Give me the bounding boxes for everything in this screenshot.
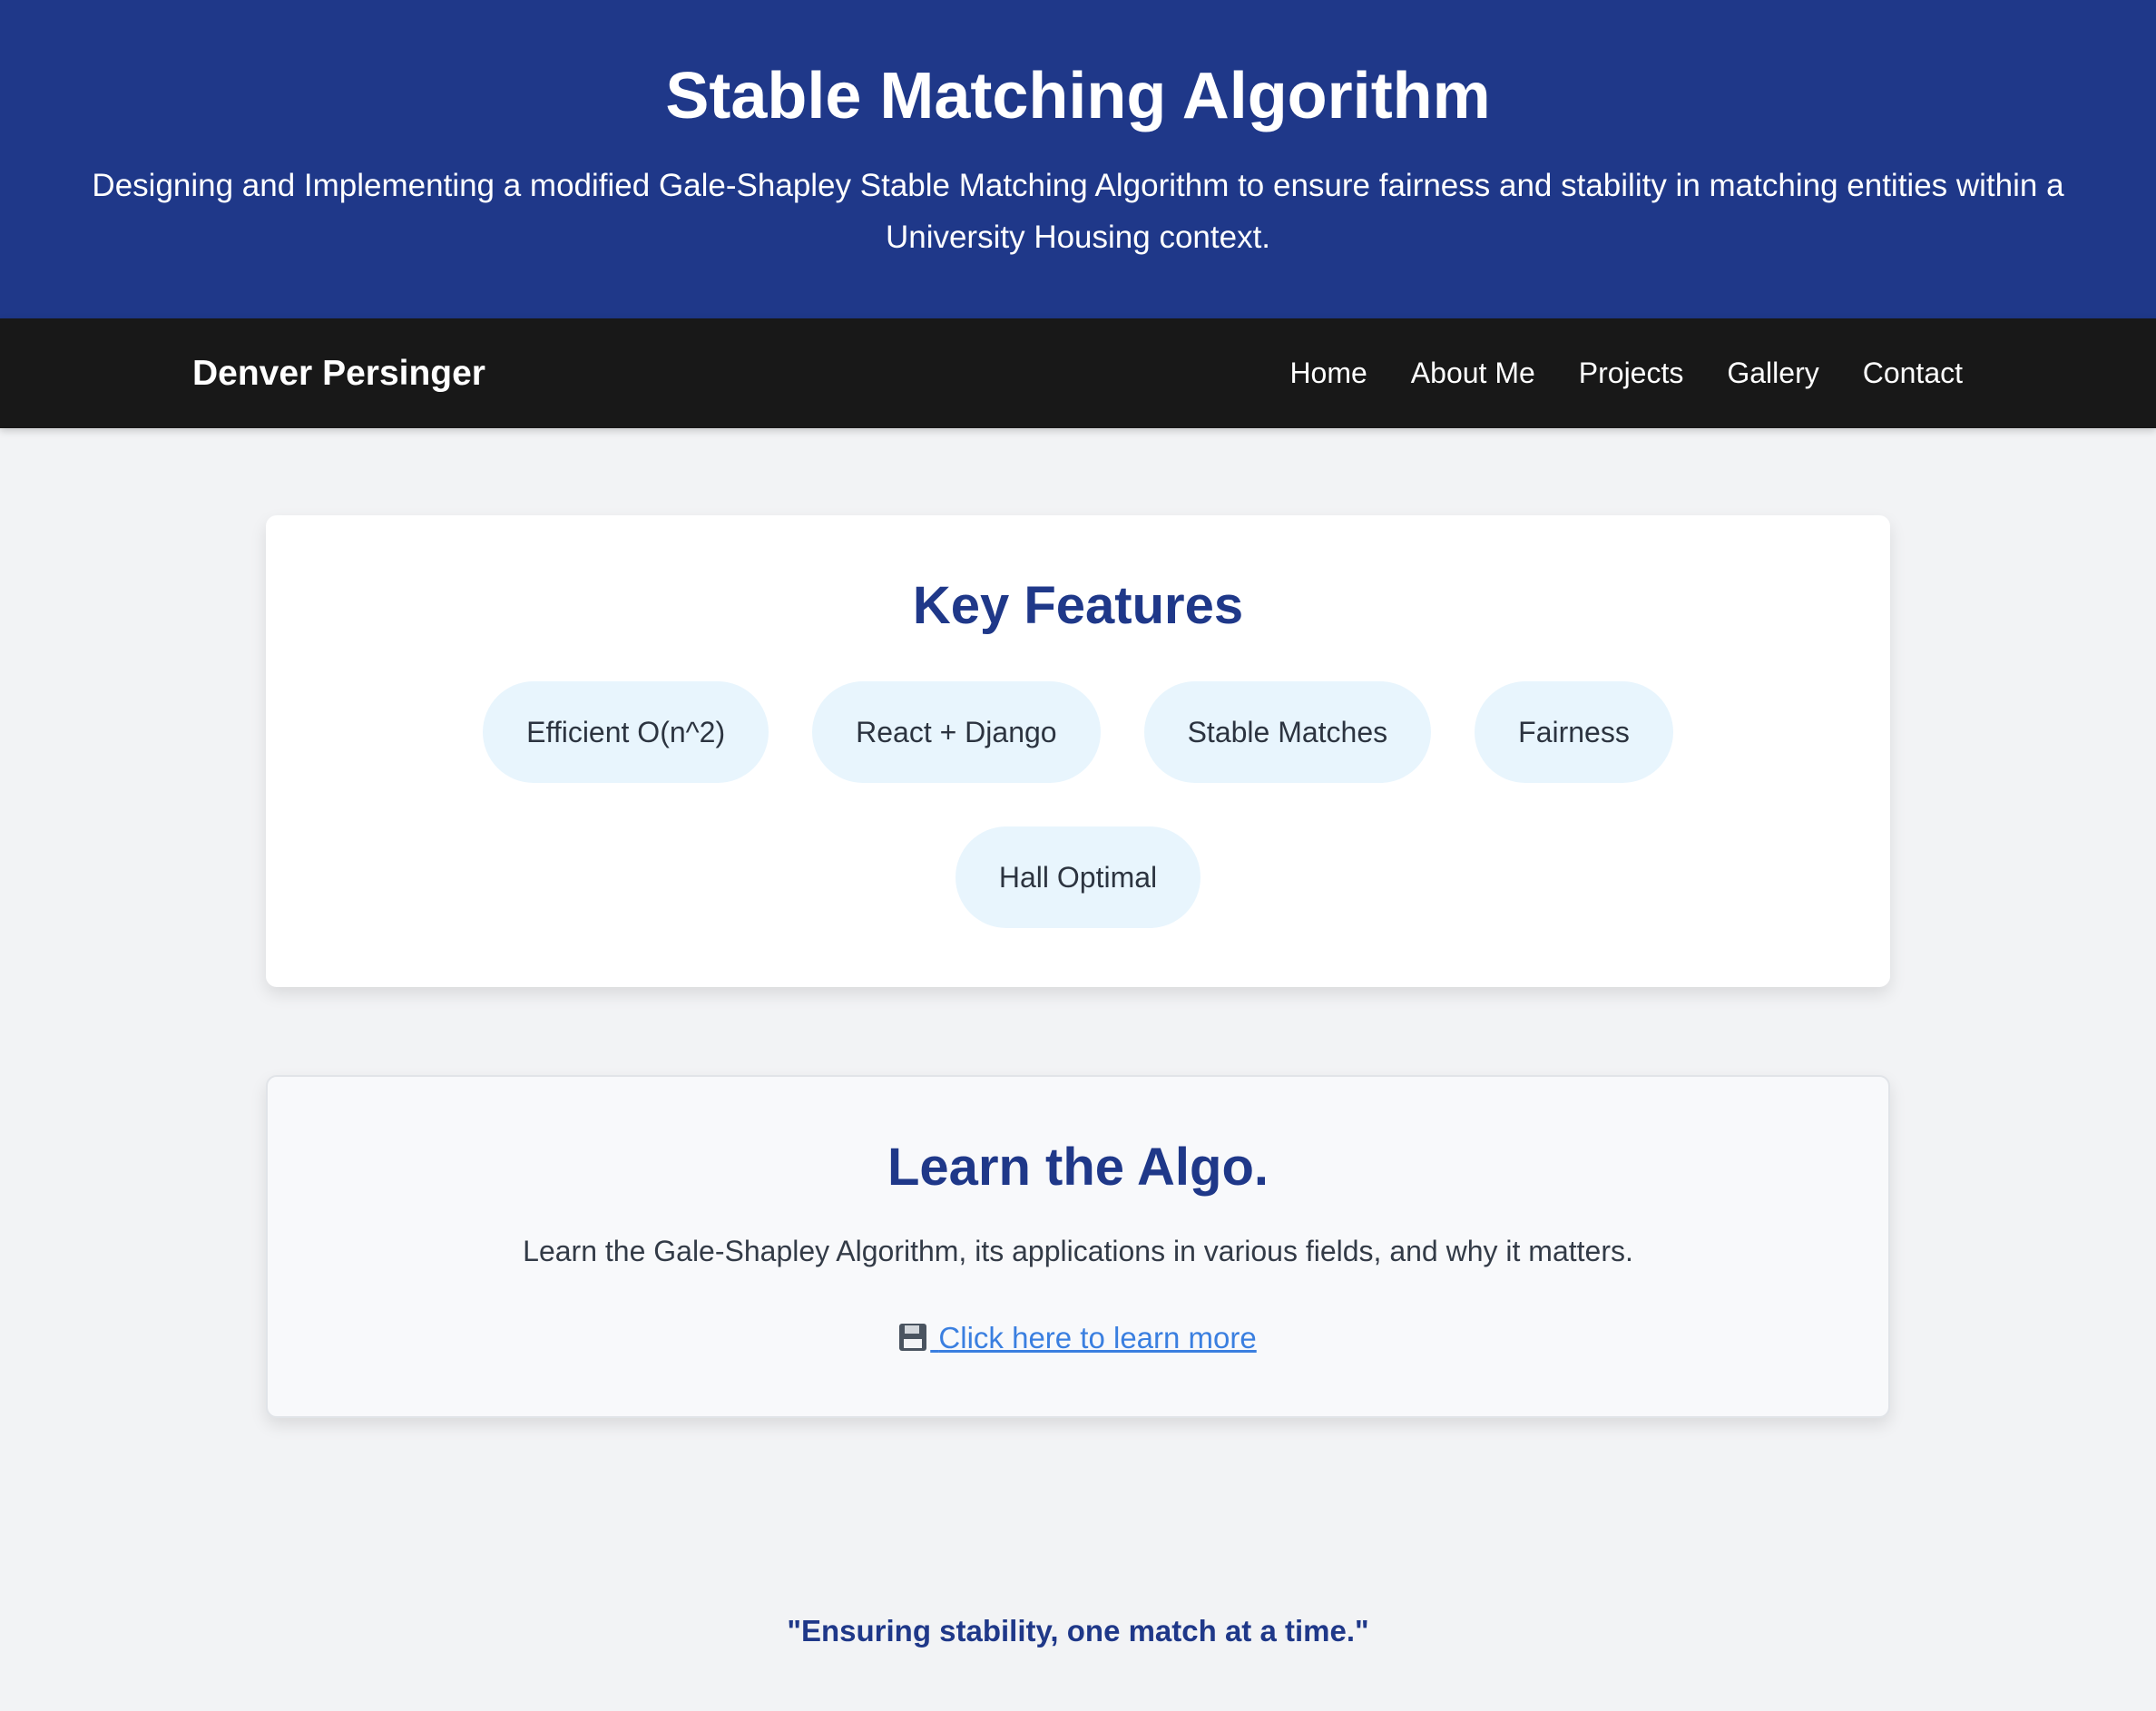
hero-banner: Stable Matching Algorithm Designing and …: [0, 0, 2156, 318]
learn-more-link-label: Click here to learn more: [938, 1321, 1257, 1354]
nav-link-home[interactable]: Home: [1289, 357, 1367, 390]
site-brand[interactable]: Denver Persinger: [192, 318, 485, 428]
nav-link-contact[interactable]: Contact: [1863, 357, 1963, 390]
nav-link-gallery[interactable]: Gallery: [1727, 357, 1818, 390]
learn-algo-card: Learn the Algo. Learn the Gale-Shapley A…: [266, 1075, 1890, 1418]
footer-quote: "Ensuring stability, one match at a time…: [787, 1614, 1369, 1647]
page-title: Stable Matching Algorithm: [665, 60, 1491, 132]
page-subtitle: Designing and Implementing a modified Ga…: [92, 168, 2064, 255]
feature-pill-list: Efficient O(n^2) React + Django Stable M…: [438, 681, 1718, 928]
floppy-disk-icon: [899, 1324, 927, 1351]
top-navbar: Denver Persinger Home About Me Projects …: [0, 318, 2156, 428]
key-features-title: Key Features: [912, 576, 1244, 635]
learn-algo-description: Learn the Gale-Shapley Algorithm, its ap…: [523, 1235, 1633, 1267]
feature-pill: React + Django: [812, 681, 1101, 783]
learn-more-link-row: Click here to learn more: [268, 1317, 1888, 1359]
feature-pill: Hall Optimal: [955, 826, 1201, 928]
key-features-card: Key Features Efficient O(n^2) React + Dj…: [266, 515, 1890, 987]
feature-pill: Stable Matches: [1143, 681, 1432, 783]
feature-pill: Fairness: [1475, 681, 1673, 783]
learn-algo-title: Learn the Algo.: [887, 1138, 1269, 1197]
nav-links: Home About Me Projects Gallery Contact: [1289, 318, 1963, 428]
nav-link-about-me[interactable]: About Me: [1411, 357, 1535, 390]
learn-more-link[interactable]: Click here to learn more: [899, 1321, 1257, 1354]
nav-link-projects[interactable]: Projects: [1579, 357, 1684, 390]
feature-pill: Efficient O(n^2): [483, 681, 769, 783]
